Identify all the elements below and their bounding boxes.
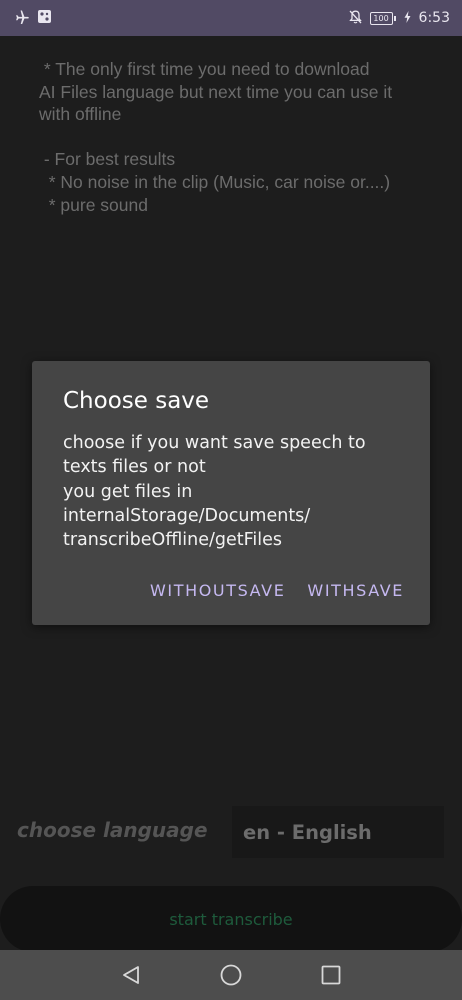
navigation-bar — [0, 950, 462, 1000]
with-save-button[interactable]: WITHSAVE — [307, 577, 404, 604]
status-time: 6:53 — [418, 10, 450, 26]
back-icon[interactable] — [115, 959, 147, 991]
charging-icon — [404, 10, 411, 26]
language-dropdown[interactable]: en - English — [232, 806, 444, 858]
home-icon[interactable] — [215, 959, 247, 991]
battery-level: 100 — [369, 11, 393, 25]
status-left — [14, 10, 51, 27]
start-transcribe-button[interactable]: start transcribe — [0, 886, 462, 952]
airplane-mode-icon — [14, 10, 30, 27]
dialog-title: Choose save — [63, 388, 210, 414]
without-save-button[interactable]: WITHOUTSAVE — [150, 577, 285, 604]
language-selected-value: en - English — [243, 820, 372, 844]
instructions-text: * The only first time you need to downlo… — [39, 59, 393, 215]
bell-off-icon — [348, 10, 362, 27]
dialog-message: choose if you want save speech to texts … — [63, 433, 366, 551]
choose-language-label: choose language — [17, 818, 208, 842]
battery-icon: 100 — [369, 11, 396, 25]
dialog-actions: WITHOUTSAVE WITHSAVE — [150, 577, 404, 604]
status-bar: 100 6:53 — [0, 0, 462, 36]
recents-icon[interactable] — [315, 959, 347, 991]
status-right: 100 6:53 — [348, 10, 450, 27]
choose-save-dialog: Choose save choose if you want save spee… — [32, 361, 430, 625]
app-notification-icon — [38, 10, 51, 26]
